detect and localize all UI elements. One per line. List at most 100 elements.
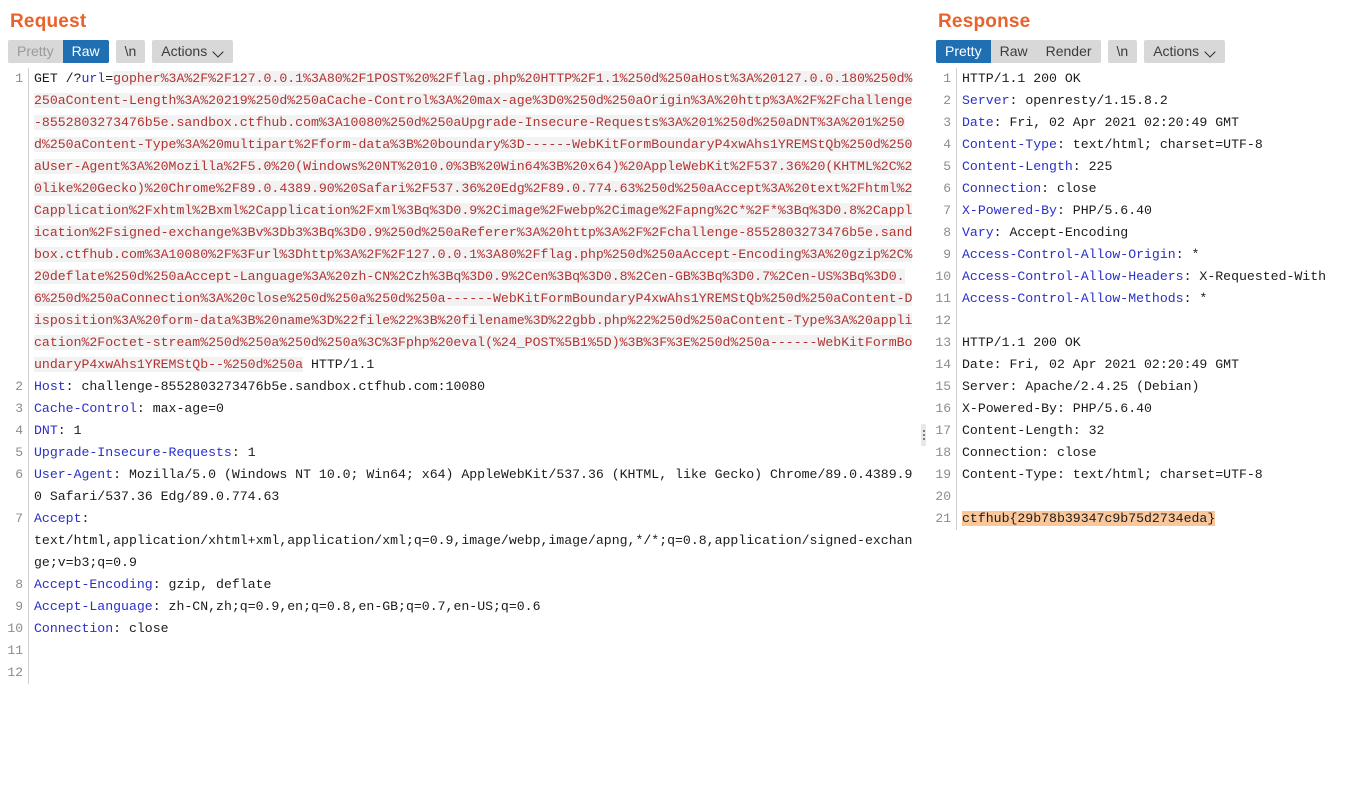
code-content[interactable]: Date: Fri, 02 Apr 2021 02:20:49 GMT <box>956 354 1358 376</box>
header-colon: : <box>1072 159 1081 174</box>
code-line[interactable]: 14 Date: Fri, 02 Apr 2021 02:20:49 GMT <box>928 354 1358 376</box>
code-line[interactable]: 7 Accept: text/html,application/xhtml+xml… <box>0 508 920 574</box>
header-value: Accept-Encoding <box>1001 225 1129 240</box>
code-line[interactable]: 7 X-Powered-By: PHP/5.6.40 <box>928 200 1358 222</box>
line-number: 8 <box>15 577 23 592</box>
code-line[interactable]: 1 HTTP/1.1 200 OK <box>928 68 1358 90</box>
code-line[interactable]: 15 Server: Apache/2.4.25 (Debian) <box>928 376 1358 398</box>
code-content[interactable]: Connection: close <box>956 442 1358 464</box>
line-number: 17 <box>935 423 951 438</box>
code-content[interactable]: User-Agent: Mozilla/5.0 (Windows NT 10.0… <box>28 464 920 508</box>
code-line[interactable]: 4 DNT: 1 <box>0 420 920 442</box>
code-line[interactable]: 2 Server: openresty/1.15.8.2 <box>928 90 1358 112</box>
code-line[interactable]: 3 Date: Fri, 02 Apr 2021 02:20:49 GMT <box>928 112 1358 134</box>
code-content[interactable]: ctfhub{29b78b39347c9b75d2734eda} <box>956 508 1358 530</box>
request-actions-button[interactable]: Actions <box>152 39 234 63</box>
code-line[interactable]: 8 Accept-Encoding: gzip, deflate <box>0 574 920 596</box>
header-name: Cache-Control <box>34 401 137 416</box>
header-value: * <box>1191 291 1208 306</box>
line-number: 1 <box>943 71 951 86</box>
code-content[interactable] <box>28 662 920 684</box>
code-line[interactable]: 11 Access-Control-Allow-Methods: * <box>928 288 1358 310</box>
code-line[interactable]: 11 <box>0 640 920 662</box>
code-line[interactable]: 9 Access-Control-Allow-Origin: * <box>928 244 1358 266</box>
body-text: Server: Apache/2.4.25 (Debian) <box>962 379 1200 394</box>
code-content[interactable]: Cache-Control: max-age=0 <box>28 398 920 420</box>
code-line[interactable]: 10 Connection: close <box>0 618 920 640</box>
code-content[interactable]: Upgrade-Insecure-Requests: 1 <box>28 442 920 464</box>
code-content[interactable]: Server: openresty/1.15.8.2 <box>956 90 1358 112</box>
line-number: 6 <box>943 181 951 196</box>
header-name: Upgrade-Insecure-Requests <box>34 445 232 460</box>
line-number: 15 <box>935 379 951 394</box>
pane-splitter[interactable] <box>920 0 928 787</box>
code-line[interactable]: 13 HTTP/1.1 200 OK <box>928 332 1358 354</box>
code-content[interactable]: X-Powered-By: PHP/5.6.40 <box>956 398 1358 420</box>
code-line[interactable]: 21 ctfhub{29b78b39347c9b75d2734eda} <box>928 508 1358 530</box>
code-line[interactable]: 6 User-Agent: Mozilla/5.0 (Windows NT 10.… <box>0 464 920 508</box>
code-line[interactable]: 18 Connection: close <box>928 442 1358 464</box>
code-content[interactable] <box>956 486 1358 508</box>
request-editor[interactable]: 1 GET /?url=gopher%3A%2F%2F127.0.0.1%3A80… <box>0 68 920 758</box>
code-content[interactable]: Vary: Accept-Encoding <box>956 222 1358 244</box>
header-value: 225 <box>1080 159 1113 174</box>
code-line[interactable]: 8 Vary: Accept-Encoding <box>928 222 1358 244</box>
code-content[interactable]: Content-Type: text/html; charset=UTF-8 <box>956 134 1358 156</box>
line-number: 1 <box>15 71 23 86</box>
code-content[interactable]: Connection: close <box>28 618 920 640</box>
code-content[interactable]: GET /?url=gopher%3A%2F%2F127.0.0.1%3A80%… <box>28 68 920 376</box>
request-newline-toggle[interactable]: \n <box>115 39 146 63</box>
code-line[interactable]: 9 Accept-Language: zh-CN,zh;q=0.9,en;q=0.… <box>0 596 920 618</box>
gopher-payload: gopher%3A%2F%2F127.0.0.1%3A80%2F1POST%20… <box>34 71 913 372</box>
code-line[interactable]: 3 Cache-Control: max-age=0 <box>0 398 920 420</box>
splitter-grip-icon[interactable] <box>921 424 926 446</box>
code-content[interactable]: DNT: 1 <box>28 420 920 442</box>
code-line[interactable]: 17 Content-Length: 32 <box>928 420 1358 442</box>
code-content[interactable]: Access-Control-Allow-Headers: X-Requeste… <box>956 266 1358 288</box>
code-line[interactable]: 1 GET /?url=gopher%3A%2F%2F127.0.0.1%3A80… <box>0 68 920 376</box>
code-line[interactable]: 5 Content-Length: 225 <box>928 156 1358 178</box>
request-tab-raw[interactable]: Raw <box>62 39 109 63</box>
code-content[interactable]: X-Powered-By: PHP/5.6.40 <box>956 200 1358 222</box>
code-content[interactable]: Accept: text/html,application/xhtml+xml,… <box>28 508 920 574</box>
code-content[interactable]: Access-Control-Allow-Origin: * <box>956 244 1358 266</box>
response-actions-button[interactable]: Actions <box>1144 39 1226 63</box>
response-editor[interactable]: 1 HTTP/1.1 200 OK 2 Server: openresty/1.15.… <box>928 68 1358 758</box>
code-content[interactable]: Connection: close <box>956 178 1358 200</box>
code-line[interactable]: 10 Access-Control-Allow-Headers: X-Reques… <box>928 266 1358 288</box>
code-line[interactable]: 16 X-Powered-By: PHP/5.6.40 <box>928 398 1358 420</box>
request-pane-title: Request <box>10 11 87 32</box>
code-line[interactable]: 19 Content-Type: text/html; charset=UTF-8 <box>928 464 1358 486</box>
code-line[interactable]: 6 Connection: close <box>928 178 1358 200</box>
code-content[interactable]: Accept-Encoding: gzip, deflate <box>28 574 920 596</box>
code-content[interactable]: Access-Control-Allow-Methods: * <box>956 288 1358 310</box>
code-content[interactable]: Content-Length: 225 <box>956 156 1358 178</box>
code-content[interactable]: Date: Fri, 02 Apr 2021 02:20:49 GMT <box>956 112 1358 134</box>
code-line[interactable]: 20 <box>928 486 1358 508</box>
code-line[interactable]: 2 Host: challenge-8552803273476b5e.sandbo… <box>0 376 920 398</box>
code-line[interactable]: 12 <box>0 662 920 684</box>
response-newline-toggle[interactable]: \n <box>1107 39 1138 63</box>
code-content[interactable] <box>956 310 1358 332</box>
code-content[interactable]: Server: Apache/2.4.25 (Debian) <box>956 376 1358 398</box>
code-content[interactable]: HTTP/1.1 200 OK <box>956 68 1358 90</box>
response-lines: 1 HTTP/1.1 200 OK 2 Server: openresty/1.15.… <box>928 68 1358 530</box>
header-colon: : <box>993 225 1002 240</box>
header-name: Host <box>34 379 66 394</box>
code-content[interactable]: Content-Type: text/html; charset=UTF-8 <box>956 464 1358 486</box>
code-line[interactable]: 4 Content-Type: text/html; charset=UTF-8 <box>928 134 1358 156</box>
code-content[interactable] <box>28 640 920 662</box>
code-content[interactable]: HTTP/1.1 200 OK <box>956 332 1358 354</box>
response-tab-raw[interactable]: Raw <box>990 39 1037 63</box>
code-content[interactable]: Content-Length: 32 <box>956 420 1358 442</box>
code-line[interactable]: 5 Upgrade-Insecure-Requests: 1 <box>0 442 920 464</box>
code-content[interactable]: Host: challenge-8552803273476b5e.sandbox… <box>28 376 920 398</box>
code-content[interactable]: Accept-Language: zh-CN,zh;q=0.9,en;q=0.8… <box>28 596 920 618</box>
line-number: 20 <box>935 489 951 504</box>
line-number: 3 <box>943 115 951 130</box>
response-tab-render[interactable]: Render <box>1036 39 1101 63</box>
request-tab-pretty[interactable]: Pretty <box>8 39 63 63</box>
code-line[interactable]: 12 <box>928 310 1358 332</box>
response-tab-pretty[interactable]: Pretty <box>936 39 991 63</box>
line-number: 21 <box>935 511 951 526</box>
